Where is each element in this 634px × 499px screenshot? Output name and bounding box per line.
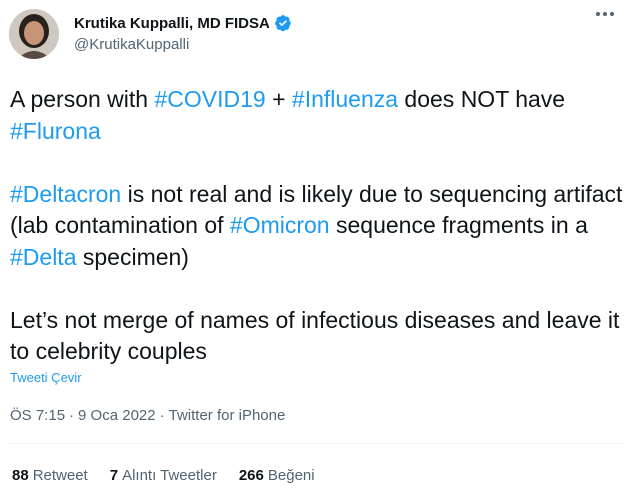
author-row[interactable]: Krutika Kuppalli, MD FIDSA bbox=[74, 14, 292, 32]
hashtag-covid19[interactable]: #COVID19 bbox=[154, 86, 265, 112]
author-handle[interactable]: @KrutikaKuppalli bbox=[74, 36, 189, 53]
tweet-paragraph-2: #Deltacron is not real and is likely due… bbox=[10, 179, 630, 274]
tweet-meta: ÖS 7:15 · 9 Oca 2022 · Twitter for iPhon… bbox=[10, 407, 285, 424]
retweets-label: Retweet bbox=[32, 467, 88, 484]
verified-badge-icon bbox=[274, 15, 291, 32]
retweets-count: 88 bbox=[12, 467, 29, 484]
more-dot bbox=[596, 12, 600, 16]
tweet-time[interactable]: ÖS 7:15 bbox=[10, 407, 65, 424]
tweet-date[interactable]: 9 Oca 2022 bbox=[78, 407, 156, 424]
tweet-paragraph-1: A person with #COVID19 + #Influenza does… bbox=[10, 84, 630, 147]
quote-tweets-count: 7 bbox=[109, 467, 119, 484]
likes-label: Beğeni bbox=[267, 467, 315, 484]
likes-count: 266 bbox=[238, 467, 264, 484]
tweet-source[interactable]: Twitter for iPhone bbox=[169, 407, 286, 424]
divider bbox=[10, 443, 624, 444]
hashtag-flurona[interactable]: #Flurona bbox=[10, 118, 101, 144]
hashtag-deltacron[interactable]: #Deltacron bbox=[10, 181, 121, 207]
text-segment: sequence fragments in a bbox=[329, 212, 588, 238]
more-dot bbox=[610, 12, 614, 16]
text-segment: + bbox=[265, 86, 292, 112]
text-segment: A person with bbox=[10, 86, 155, 112]
tweet-paragraph-3: Let’s not merge of names of infectious d… bbox=[10, 306, 620, 365]
translate-tweet-link[interactable]: Tweeti Çevir bbox=[10, 370, 82, 385]
likes-stat[interactable]: 266 Beğeni bbox=[239, 467, 315, 484]
text-segment: does NOT have bbox=[398, 86, 566, 112]
author-name[interactable]: Krutika Kuppalli, MD FIDSA bbox=[74, 15, 270, 32]
text-segment: specimen) bbox=[76, 243, 189, 270]
avatar[interactable] bbox=[9, 9, 59, 59]
tweet-stats: 88 Retweet 7 Alıntı Tweetler 266 Beğeni bbox=[12, 467, 315, 484]
quote-tweets-stat[interactable]: 7 Alıntı Tweetler bbox=[110, 467, 217, 484]
tweet-text: A person with #COVID19 + #Influenza does… bbox=[10, 84, 630, 368]
more-dot bbox=[603, 12, 607, 16]
avatar-image bbox=[9, 9, 59, 59]
hashtag-delta[interactable]: #Delta bbox=[10, 244, 76, 270]
separator: · bbox=[69, 407, 75, 424]
quote-tweets-label: Alıntı Tweetler bbox=[122, 467, 217, 484]
hashtag-influenza[interactable]: #Influenza bbox=[292, 86, 398, 112]
more-options-icon[interactable] bbox=[596, 12, 620, 20]
retweets-stat[interactable]: 88 Retweet bbox=[12, 467, 88, 484]
separator: · bbox=[159, 407, 165, 424]
hashtag-omicron[interactable]: #Omicron bbox=[230, 212, 330, 238]
